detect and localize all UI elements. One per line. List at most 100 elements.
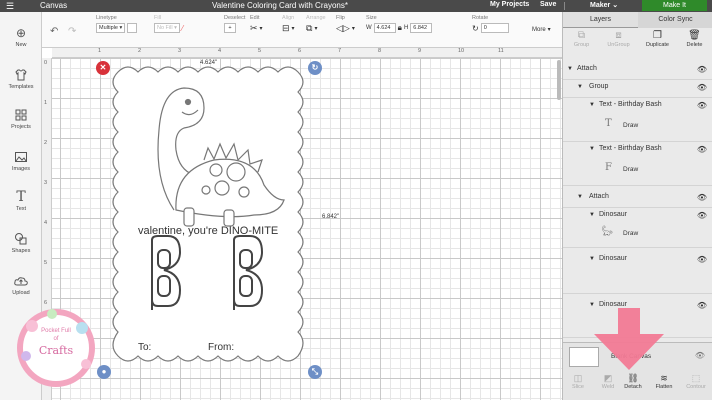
rotate-icon: ↻ [472, 23, 479, 33]
height-label: H [403, 25, 409, 31]
duplicate-button[interactable]: ❐ Duplicate [639, 30, 676, 48]
layer-row[interactable]: ▼ Group 👁︎ [563, 80, 712, 98]
arrange-icon[interactable]: ⧉ [306, 23, 312, 34]
contour-button[interactable]: ⬚ Contour [681, 373, 711, 390]
eye-icon[interactable]: 👁︎ [697, 211, 707, 220]
scissors-icon[interactable]: ✂ [250, 23, 258, 34]
rotate-input[interactable]: 0 [480, 23, 509, 33]
layer-row[interactable]: ▼ Text - Birthday Bash 👁︎ F Draw [563, 142, 712, 186]
ruler-tick: 10 [458, 48, 465, 54]
rotate-group: Rotate ↻ 0 [472, 15, 509, 33]
layer-row[interactable]: ▼ Dinosaur 👁︎ [563, 252, 712, 294]
ruler-top: 1 2 3 4 5 6 7 8 9 10 11 [52, 48, 562, 58]
linetype-label: Linetype [96, 15, 117, 21]
image-icon [13, 150, 29, 164]
fill-select[interactable]: No Fill ▾ [154, 23, 180, 33]
operation-label: Draw [623, 122, 639, 129]
align-group: Align ⊟ ▾ [282, 15, 295, 34]
group-button[interactable]: ⧉ Group [563, 30, 600, 48]
eye-icon[interactable]: 👁︎ [697, 255, 707, 264]
eye-icon[interactable]: 👁︎ [697, 301, 707, 310]
tab-layers[interactable]: Layers [563, 12, 638, 28]
eye-hidden-icon[interactable]: 👁︎ [695, 351, 705, 360]
eye-icon[interactable]: 👁︎ [697, 65, 707, 74]
images-button[interactable]: Images [0, 150, 42, 172]
save-button[interactable]: Save [540, 1, 556, 8]
width-label: W [366, 25, 372, 31]
rotate-handle[interactable]: ↻ [308, 61, 322, 75]
upload-button[interactable]: Upload [0, 274, 42, 296]
card-to-label: To: [138, 342, 151, 353]
ruler-tick: 9 [418, 48, 422, 54]
ruler-tick: 4 [218, 48, 222, 54]
flatten-button[interactable]: ≋ Flatten [649, 373, 679, 390]
shapes-button[interactable]: Shapes [0, 232, 42, 254]
deselect-button[interactable]: + [224, 23, 236, 33]
ruler-tick: 6 [298, 48, 302, 54]
pink-down-arrow-icon [590, 308, 668, 372]
scale-handle[interactable]: ⤡ [308, 365, 322, 379]
dinosaur-thumbnail: 🦕︎ [601, 226, 614, 237]
align-icon[interactable]: ⊟ [282, 23, 290, 34]
slice-button[interactable]: ◫ Slice [563, 373, 593, 390]
new-button[interactable]: ⊕ New [0, 26, 42, 48]
width-input[interactable]: 4.624 [373, 23, 396, 33]
detach-button[interactable]: ⛓︎ Detach [618, 373, 648, 390]
edit-label: Edit [250, 15, 260, 21]
height-input[interactable]: 6.842 [410, 23, 433, 33]
ruler-tick: 2 [138, 48, 142, 54]
layer-row[interactable]: ▼ Attach 👁︎ [563, 190, 712, 208]
layer-row[interactable]: ▼ Text - Birthday Bash 👁︎ T Draw [563, 98, 712, 142]
delete-button[interactable]: 🗑︎ Delete [676, 30, 712, 48]
size-group: Size W 4.624 🔒︎ H 6.842 [366, 15, 433, 33]
make-it-button[interactable]: Make It [642, 0, 707, 11]
eye-icon[interactable]: 👁︎ [697, 83, 707, 92]
eye-icon[interactable]: 👁︎ [697, 193, 707, 202]
caret-down-icon: ▼ [589, 146, 595, 152]
text-button[interactable]: T Text [0, 190, 42, 212]
machine-select[interactable]: Maker ⌄ [590, 1, 618, 9]
upload-label: Upload [12, 290, 30, 296]
ruler-tick: 3 [44, 180, 48, 186]
watermark-line1: Pocket Full [41, 328, 71, 334]
ruler-tick: 4 [44, 220, 48, 226]
vertical-scrollbar[interactable] [557, 60, 561, 100]
slice-icon: ◫ [573, 373, 583, 383]
lock-icon[interactable]: 🔒︎ [398, 23, 402, 33]
top-bar: ☰ Canvas Valentine Coloring Card with Cr… [0, 0, 712, 12]
ungroup-icon: ⧈ [615, 30, 622, 41]
flip-icon[interactable]: ◁▷ [336, 23, 350, 34]
chevron-down-icon: ⌄ [612, 2, 619, 9]
card-from-label: From: [208, 342, 234, 353]
layer-row[interactable]: ▼ Dinosaur 👁︎ 🦕︎ Draw [563, 208, 712, 248]
my-projects-link[interactable]: My Projects [490, 1, 529, 8]
ungroup-button[interactable]: ⧈ UnGroup [600, 30, 637, 48]
redo-icon[interactable]: ↷ [68, 26, 76, 37]
selection-height-label: 6.842" [322, 214, 340, 220]
linetype-select[interactable]: Multiple ▾ [96, 23, 126, 33]
text-thumbnail: F [605, 162, 612, 173]
ruler-tick: 0 [44, 60, 48, 66]
deselect-label: Deselect [224, 15, 246, 21]
caret-down-icon: ▼ [577, 84, 583, 90]
more-menu[interactable]: More ▾ [532, 26, 551, 34]
shapes-icon [13, 232, 29, 246]
card-design[interactable]: valentine, you're DINO-MITE To: From: [104, 60, 310, 370]
watermark-line2: of [53, 336, 59, 342]
divider [564, 2, 565, 10]
delete-selection-handle[interactable]: ✕ [96, 61, 110, 75]
projects-button[interactable]: Projects [0, 108, 42, 130]
layer-row[interactable]: ▼ Attach 👁︎ [563, 62, 712, 80]
flip-label: Flip [336, 15, 345, 21]
eye-icon[interactable]: 👁︎ [697, 145, 707, 154]
duplicate-icon: ❐ [653, 30, 662, 41]
undo-icon[interactable]: ↶ [50, 26, 58, 37]
linetype-swatch[interactable] [127, 23, 138, 33]
ruler-tick: 1 [44, 100, 48, 106]
rotate-label: Rotate [472, 15, 489, 21]
caret-down-icon: ▼ [577, 194, 583, 200]
eye-icon[interactable]: 👁︎ [697, 101, 707, 110]
chevron-down-icon: ▾ [547, 27, 551, 33]
tab-color-sync[interactable]: Color Sync [638, 12, 712, 28]
templates-button[interactable]: Templates [0, 68, 42, 90]
